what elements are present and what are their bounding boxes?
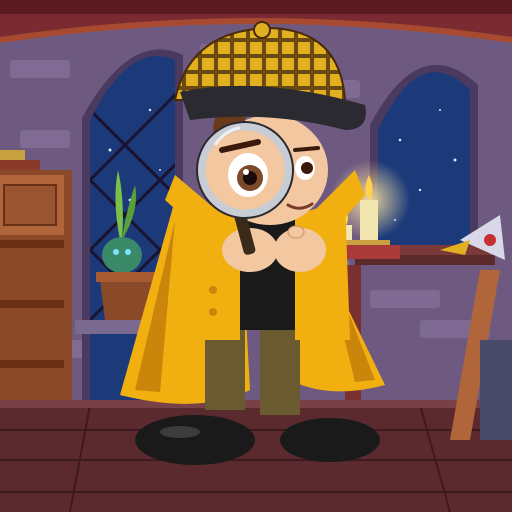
wooden-floor xyxy=(0,400,512,512)
game-scene xyxy=(0,0,512,512)
scene-canvas xyxy=(0,0,512,512)
bookshelf xyxy=(0,150,72,425)
